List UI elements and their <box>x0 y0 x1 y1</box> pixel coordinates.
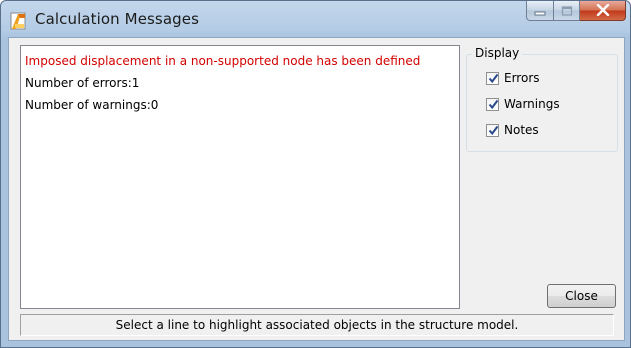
close-window-button[interactable] <box>580 1 626 21</box>
warnings-checkbox[interactable] <box>486 97 499 111</box>
warnings-checkbox-label: Warnings <box>504 97 560 111</box>
app-icon <box>9 9 29 31</box>
checkmark-icon <box>488 99 499 109</box>
list-item[interactable]: Number of warnings:0 <box>21 94 459 116</box>
title-bar[interactable]: Calculation Messages <box>1 1 630 37</box>
notes-checkbox-row[interactable]: Notes <box>486 123 539 137</box>
warnings-checkbox-row[interactable]: Warnings <box>486 97 560 111</box>
minimize-icon <box>534 1 546 20</box>
maximize-button[interactable] <box>554 1 580 21</box>
close-button[interactable]: Close <box>547 284 616 308</box>
notes-checkbox[interactable] <box>486 123 499 137</box>
errors-checkbox[interactable] <box>486 71 499 85</box>
maximize-icon <box>561 1 573 20</box>
window-title: Calculation Messages <box>35 10 200 28</box>
messages-list[interactable]: Imposed displacement in a non-supported … <box>20 45 460 309</box>
list-item[interactable]: Number of errors:1 <box>21 72 459 94</box>
minimize-button[interactable] <box>526 1 554 21</box>
close-icon <box>596 1 610 20</box>
errors-checkbox-label: Errors <box>504 71 540 85</box>
calculation-messages-window: Calculation Messages Imposed displacemen… <box>0 0 631 348</box>
window-controls <box>526 1 626 23</box>
list-item[interactable]: Imposed displacement in a non-supported … <box>21 50 459 72</box>
status-bar: Select a line to highlight associated ob… <box>20 314 614 336</box>
errors-checkbox-row[interactable]: Errors <box>486 71 540 85</box>
checkmark-icon <box>488 73 499 83</box>
checkmark-icon <box>488 125 499 135</box>
display-group-label: Display <box>472 46 523 60</box>
dialog-body: Imposed displacement in a non-supported … <box>8 37 625 341</box>
notes-checkbox-label: Notes <box>504 123 539 137</box>
